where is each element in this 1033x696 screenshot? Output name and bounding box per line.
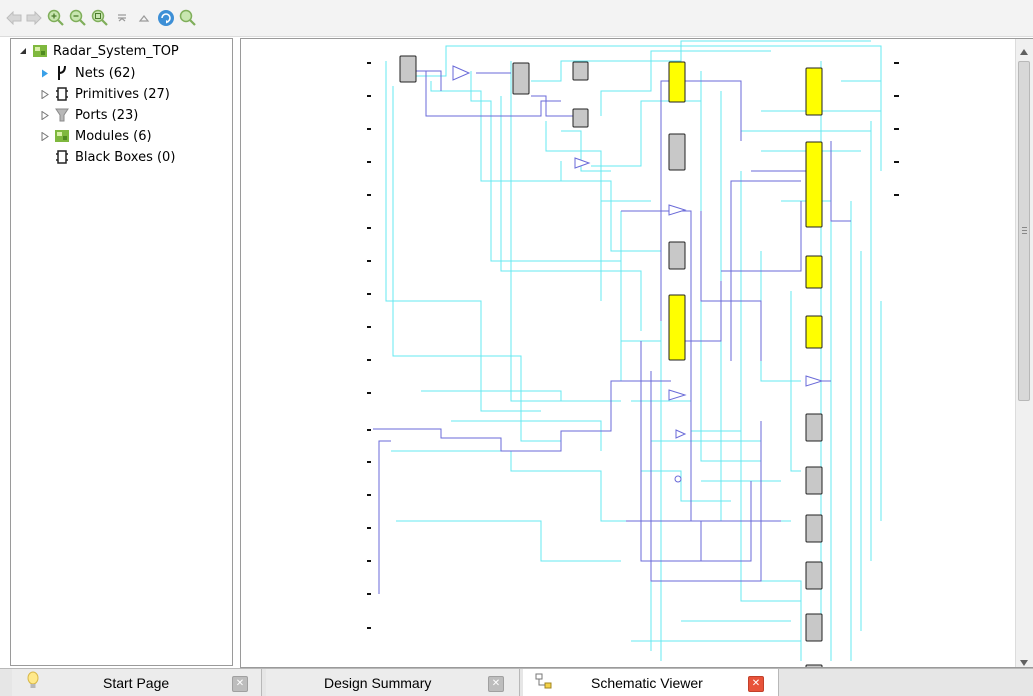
tab-design-summary[interactable]: Design Summary ✕ xyxy=(266,669,520,696)
scroll-down-icon[interactable] xyxy=(1020,655,1028,667)
wires-dark xyxy=(373,70,851,594)
forward-icon[interactable] xyxy=(24,8,44,28)
expand-icon[interactable] xyxy=(134,8,154,28)
port-icon xyxy=(53,107,71,123)
schematic-icon xyxy=(535,673,553,694)
tree-item-label: Primitives (27) xyxy=(75,86,170,102)
collapse-icon[interactable] xyxy=(112,8,132,28)
tree-root[interactable]: Radar_System_TOP xyxy=(17,41,179,61)
expand-triangle-icon[interactable] xyxy=(39,130,51,142)
close-icon[interactable]: ✕ xyxy=(748,676,764,692)
input-ports xyxy=(367,62,371,629)
output-ports xyxy=(894,62,899,196)
document-tab-bar: Start Page ✕ Design Summary ✕ Schematic … xyxy=(0,668,1033,696)
scroll-thumb[interactable] xyxy=(1018,61,1030,401)
module-icon xyxy=(53,128,71,144)
module-icon xyxy=(31,43,49,59)
hierarchy-tree: Radar_System_TOP Nets (62) Primitives (2… xyxy=(10,38,233,666)
find-icon[interactable] xyxy=(178,8,198,28)
module-blocks[interactable] xyxy=(668,61,823,361)
expand-triangle-icon[interactable] xyxy=(39,109,51,121)
tab-label: Schematic Viewer xyxy=(591,675,703,691)
tab-start-page[interactable]: Start Page ✕ xyxy=(12,669,262,696)
toolbar xyxy=(0,0,1033,37)
schematic-drawing[interactable] xyxy=(241,39,1017,667)
gate-symbols[interactable] xyxy=(452,65,824,483)
expand-triangle-icon[interactable] xyxy=(39,88,51,100)
refresh-icon[interactable] xyxy=(156,8,176,28)
back-icon[interactable] xyxy=(4,8,24,28)
tab-label: Design Summary xyxy=(324,675,432,691)
scroll-up-icon[interactable] xyxy=(1020,44,1028,59)
tree-item-primitives[interactable]: Primitives (27) xyxy=(39,84,170,104)
close-icon[interactable]: ✕ xyxy=(232,676,248,692)
tree-root-label: Radar_System_TOP xyxy=(53,43,179,59)
tree-item-modules[interactable]: Modules (6) xyxy=(39,126,152,146)
primitive-icon xyxy=(53,86,71,102)
tree-item-ports[interactable]: Ports (23) xyxy=(39,105,138,125)
primitive-blocks[interactable] xyxy=(399,55,823,667)
expand-triangle-icon[interactable] xyxy=(39,67,51,79)
tree-item-black-boxes[interactable]: Black Boxes (0) xyxy=(53,147,175,167)
tree-item-label: Black Boxes (0) xyxy=(75,149,176,165)
zoom-fit-icon[interactable] xyxy=(90,8,110,28)
expanded-triangle-icon[interactable] xyxy=(17,45,29,57)
tree-item-label: Modules (6) xyxy=(75,128,152,144)
vertical-scrollbar[interactable] xyxy=(1015,39,1033,667)
net-icon xyxy=(53,65,71,81)
zoom-in-icon[interactable] xyxy=(46,8,66,28)
tree-item-nets[interactable]: Nets (62) xyxy=(39,63,135,83)
zoom-out-icon[interactable] xyxy=(68,8,88,28)
close-icon[interactable]: ✕ xyxy=(488,676,504,692)
tab-label: Start Page xyxy=(103,675,170,691)
schematic-canvas[interactable] xyxy=(240,38,1033,668)
tab-schematic-viewer[interactable]: Schematic Viewer ✕ xyxy=(523,669,779,696)
blackbox-icon xyxy=(53,149,71,165)
lightbulb-icon xyxy=(26,671,40,694)
tree-item-label: Nets (62) xyxy=(75,65,136,81)
tree-item-label: Ports (23) xyxy=(75,107,139,123)
